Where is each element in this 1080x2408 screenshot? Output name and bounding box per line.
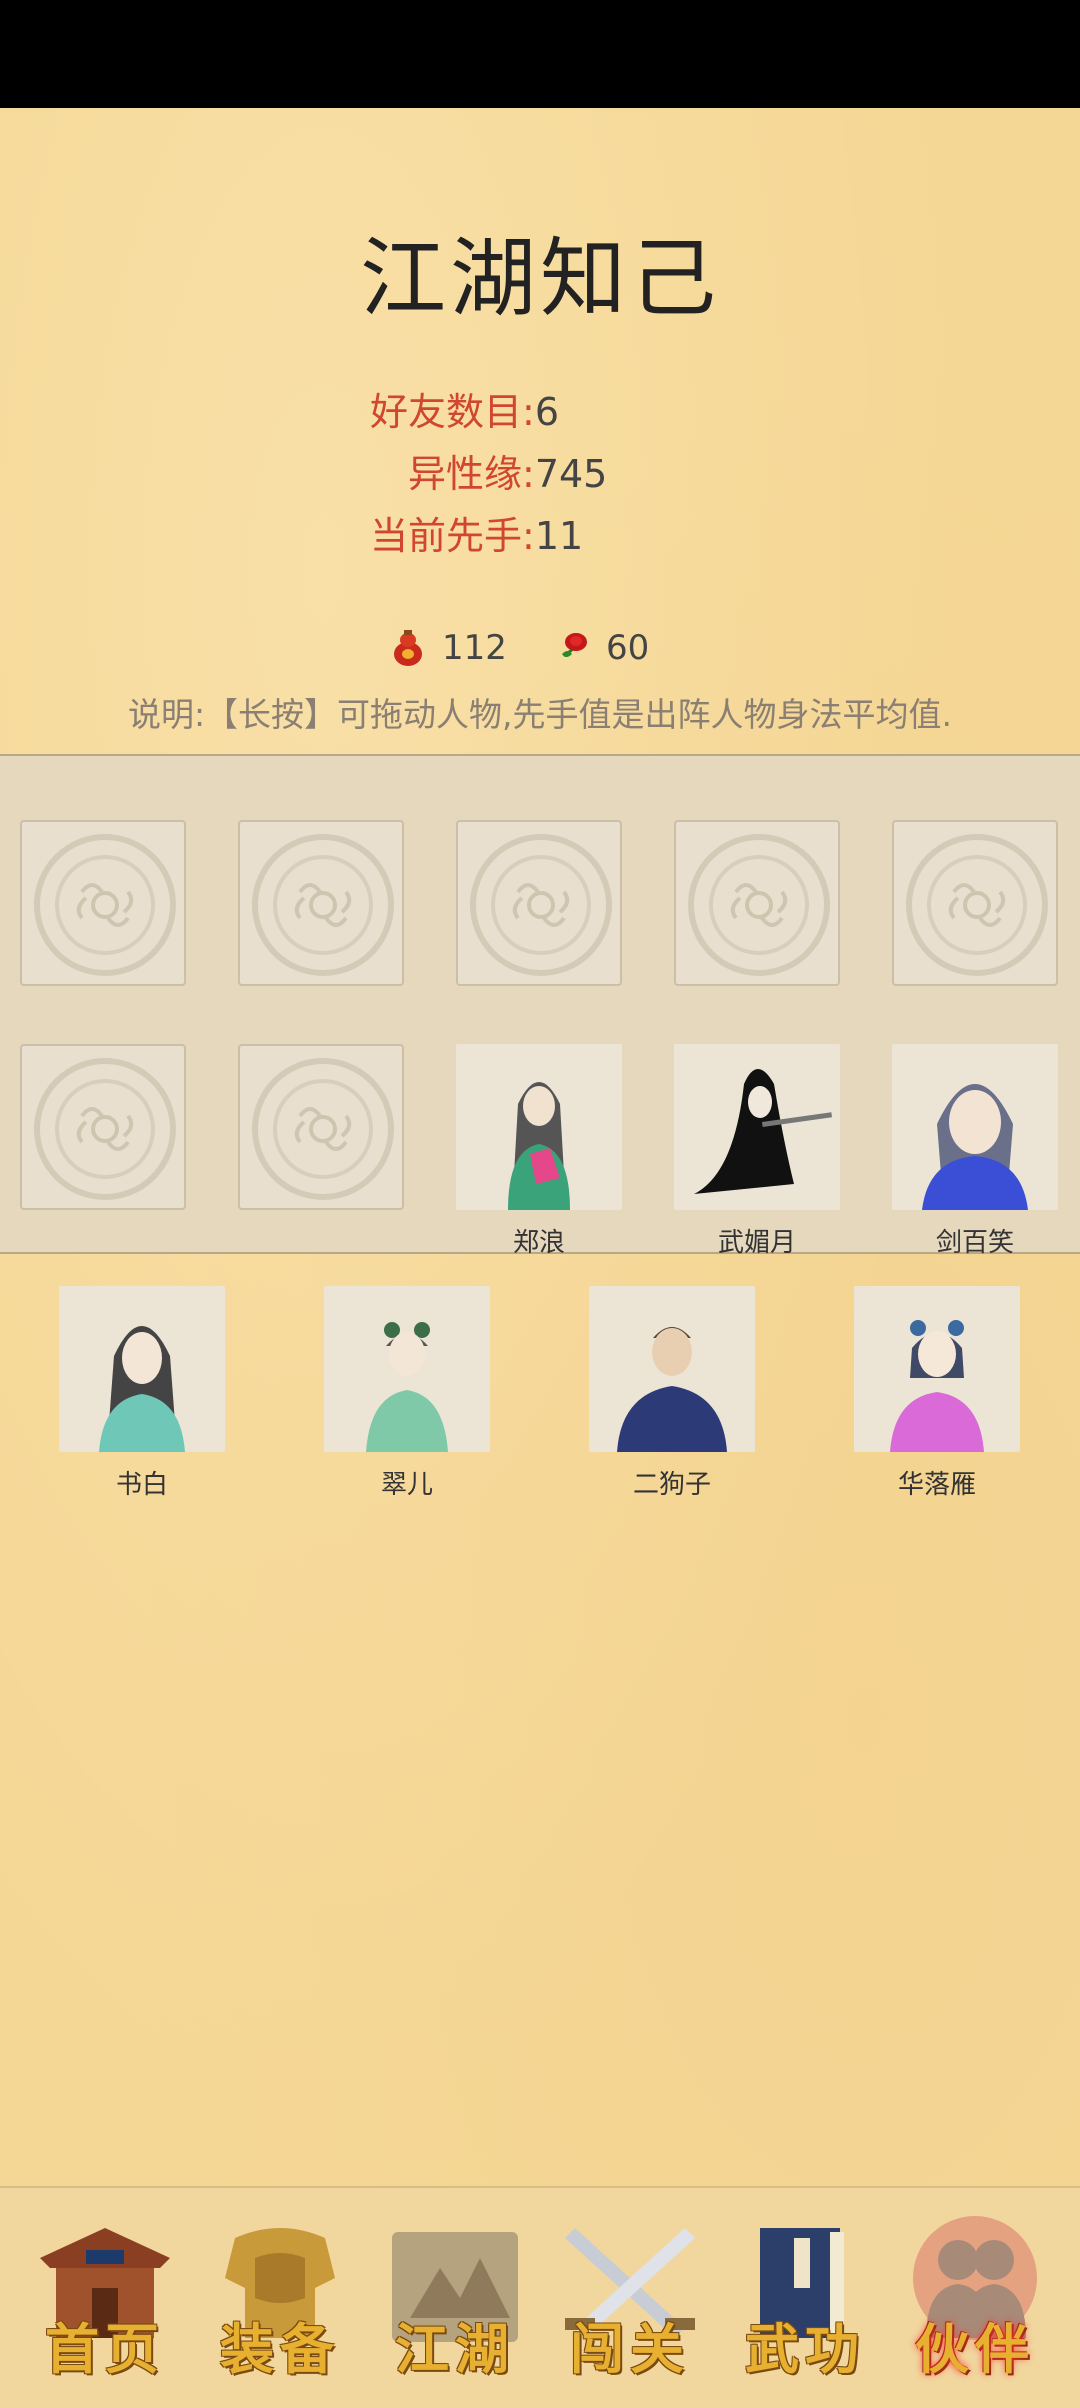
stat-value: 6: [534, 390, 559, 434]
lineup-character[interactable]: 剑百笑: [892, 1044, 1058, 1259]
character-name: 华落雁: [897, 1470, 976, 1500]
rose-icon: [562, 633, 587, 658]
partners-page: 江湖知己 好友数目:6 异性缘:745 当前先手:11 112 60 说明:【长…: [0, 108, 1080, 2408]
character-name: 武媚月: [717, 1228, 796, 1258]
currency-value: 112: [442, 628, 507, 668]
lineup-character[interactable]: 武媚月: [674, 1044, 840, 1259]
character-name: 郑浪: [512, 1228, 565, 1258]
character-portrait: [674, 1044, 840, 1210]
medallion-icon: [470, 834, 612, 976]
reserve-character[interactable]: 华落雁: [854, 1286, 1020, 1501]
nav-label: 江湖: [395, 2317, 515, 2381]
nav-label: 伙伴: [915, 2317, 1035, 2381]
stat-value: 745: [534, 452, 608, 496]
nav-home[interactable]: 首页: [20, 2208, 190, 2398]
empty-slot[interactable]: [674, 820, 840, 986]
medallion-icon: [688, 834, 830, 976]
medallion-icon: [252, 1058, 394, 1200]
stat-label: 好友数目:: [370, 390, 535, 434]
nav-label: 首页: [45, 2317, 165, 2381]
currency-rose: 60: [556, 628, 649, 668]
reserve-character[interactable]: 翠儿: [324, 1286, 490, 1501]
lineup-character[interactable]: 郑浪: [456, 1044, 622, 1259]
currency-value: 60: [606, 628, 650, 668]
reserve-character[interactable]: 二狗子: [589, 1286, 755, 1501]
nav-jianghu[interactable]: 江湖: [370, 2208, 540, 2398]
empty-slot[interactable]: [456, 820, 622, 986]
stat-value: 11: [534, 514, 584, 558]
character-name: 二狗子: [632, 1470, 711, 1500]
nav-label: 武功: [745, 2317, 865, 2381]
character-name: 书白: [115, 1470, 168, 1500]
character-portrait: [456, 1044, 622, 1210]
stat-friend-count: 好友数目:6: [370, 388, 559, 436]
stat-label: 异性缘:: [408, 452, 535, 496]
character-portrait: [854, 1286, 1020, 1452]
character-name: 翠儿: [380, 1470, 433, 1500]
medallion-icon: [252, 834, 394, 976]
bottom-nav: 首页 装备 江湖 闯关 武功 伙伴: [0, 2186, 1080, 2408]
nav-equipment[interactable]: 装备: [195, 2208, 365, 2398]
stat-label: 当前先手:: [370, 514, 535, 558]
nav-companions[interactable]: 伙伴: [890, 2208, 1060, 2398]
medallion-icon: [34, 1058, 176, 1200]
empty-slot[interactable]: [892, 820, 1058, 986]
instruction-note: 说明:【长按】可拖动人物,先手值是出阵人物身法平均值.: [127, 695, 953, 734]
nav-label: 闯关: [570, 2317, 690, 2381]
nav-martial-arts[interactable]: 武功: [720, 2208, 890, 2398]
character-name: 剑百笑: [935, 1228, 1014, 1258]
stat-initiative: 当前先手:11: [370, 512, 583, 560]
empty-slot[interactable]: [238, 820, 404, 986]
character-portrait: [589, 1286, 755, 1452]
empty-slot[interactable]: [20, 1044, 186, 1210]
status-bar: [0, 0, 1080, 108]
medallion-icon: [34, 834, 176, 976]
currency-gourd: 112: [390, 628, 507, 668]
character-portrait: [59, 1286, 225, 1452]
page-title: 江湖知己: [360, 229, 720, 329]
character-portrait: [892, 1044, 1058, 1210]
nav-challenge[interactable]: 闯关: [545, 2208, 715, 2398]
stat-opposite-sex-affinity: 异性缘:745: [408, 450, 607, 498]
reserve-character[interactable]: 书白: [59, 1286, 225, 1501]
medallion-icon: [906, 834, 1048, 976]
nav-label: 装备: [220, 2317, 340, 2381]
empty-slot[interactable]: [238, 1044, 404, 1210]
empty-slot[interactable]: [20, 820, 186, 986]
red-gourd-icon: [394, 630, 422, 666]
character-portrait: [324, 1286, 490, 1452]
lineup-panel: 郑浪 武媚月 剑百笑: [0, 754, 1080, 1258]
